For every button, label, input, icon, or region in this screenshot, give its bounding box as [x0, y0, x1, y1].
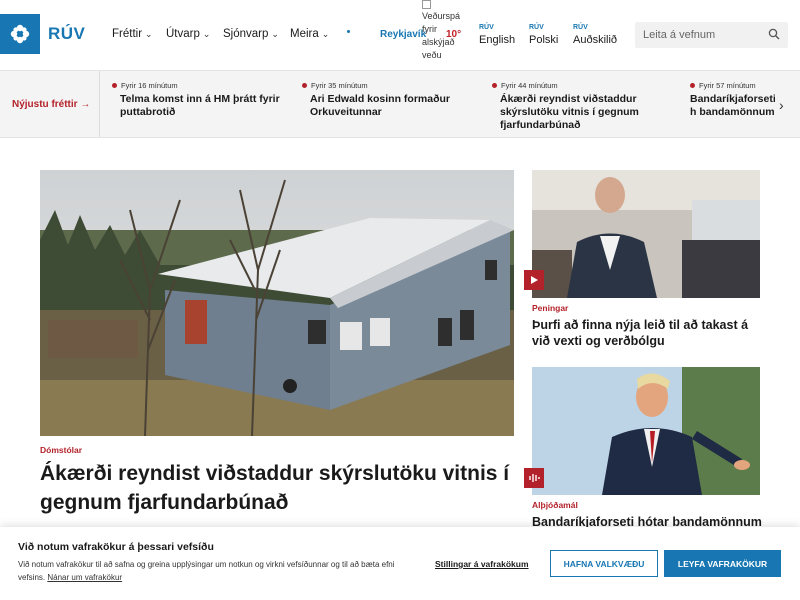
lang-name: English [479, 34, 516, 46]
chevron-down-icon: ⌄ [321, 28, 330, 39]
ticker-time-label: Fyrir 35 mínútum [311, 81, 368, 90]
ticker-title: Ákærði reyndist viðstaddur skýrslutöku v… [500, 93, 639, 131]
breaking-news-bar: Nýjustu fréttir → Fyrir 16 mínútum Telma… [0, 70, 800, 138]
ruv-logo-icon[interactable] [0, 14, 40, 54]
nav-label: Útvarp [166, 28, 200, 40]
site-logo-text[interactable]: RÚV [48, 24, 85, 44]
chevron-down-icon: ⌄ [271, 28, 279, 39]
lang-tag: RÚV [529, 24, 544, 31]
weather-city[interactable]: Reykjavík [380, 29, 426, 40]
ticker-time: Fyrir 16 mínútum [112, 81, 300, 90]
red-dot-icon [690, 83, 695, 88]
side-story-title[interactable]: Þurfi að finna nýja leið til að takast á… [532, 317, 764, 349]
lang-name: Polski [529, 34, 559, 46]
nav-sjonvarp[interactable]: Sjónvarp ⌄ [223, 28, 279, 40]
nav-label: Fréttir [112, 28, 143, 40]
side-story-category[interactable]: Peningar [532, 303, 568, 313]
side-story-category[interactable]: Alþjóðamál [532, 500, 578, 510]
ticker-item[interactable]: Fyrir 57 mínútum Bandaríkjaforseti h ban… [690, 81, 775, 119]
main-story-category[interactable]: Dómstólar [40, 445, 82, 455]
lang-english[interactable]: RÚV English [479, 24, 515, 46]
site-header: RÚV Fréttir ⌄ Útvarp ⌄ Sjónvarp ⌄ Meira … [0, 0, 800, 70]
red-dot-icon [302, 83, 307, 88]
search-placeholder: Leita á vefnum [643, 29, 716, 41]
ticker-title: Ari Edwald kosinn formaður Orkuveitunnar [310, 93, 451, 118]
ticker-time-label: Fyrir 57 mínútum [699, 81, 756, 90]
search-icon[interactable] [768, 28, 780, 40]
cookie-title: Við notum vafrakökur á þessari vefsíðu [18, 541, 214, 553]
audio-icon[interactable] [524, 468, 544, 488]
lang-polski[interactable]: RÚV Polski [529, 24, 558, 46]
cookie-more-link[interactable]: Nánar um vafrakökur [47, 573, 122, 582]
cookie-banner: Við notum vafrakökur á þessari vefsíðu V… [0, 527, 800, 600]
cookie-description: Við notum vafrakökur til að safna og gre… [18, 558, 398, 584]
red-dot-icon [492, 83, 497, 88]
nav-label: Sjónvarp [223, 28, 269, 40]
lang-name: Auðskilið [573, 34, 618, 46]
side-story-image[interactable] [532, 367, 760, 495]
latest-news-link[interactable]: Nýjustu fréttir → [12, 99, 90, 110]
ticker-item[interactable]: Fyrir 35 mínútum Ari Edwald kosinn forma… [302, 81, 490, 119]
accept-cookies-button[interactable]: LEYFA VAFRAKÖKUR [664, 550, 781, 577]
ticker-time-label: Fyrir 44 mínútum [501, 81, 558, 90]
broken-image-icon [422, 0, 431, 9]
ticker-title: Telma komst inn á HM þrátt fyrir puttabr… [120, 93, 280, 118]
main-story-title[interactable]: Ákærði reyndist viðstaddur skýrslutöku v… [40, 459, 510, 517]
chevron-right-icon[interactable]: › [779, 97, 784, 113]
ticker-title: Bandaríkjaforseti h bandamönnum [690, 93, 775, 118]
ticker-time: Fyrir 44 mínútum [492, 81, 680, 90]
chevron-down-icon: ⌄ [202, 28, 211, 39]
reject-optional-button[interactable]: HAFNA VALKVÆÐU [550, 550, 658, 577]
nav-label: Meira [290, 28, 319, 40]
nav-meira[interactable]: Meira ⌄ [290, 28, 329, 40]
nav-frettir[interactable]: Fréttir ⌄ [112, 28, 153, 40]
chevron-down-icon: ⌄ [145, 28, 153, 39]
weather-icon: Veðurspá fyrir alskýjað veðu [422, 0, 460, 62]
red-dot-icon [112, 83, 117, 88]
nav-utvarp[interactable]: Útvarp ⌄ [166, 28, 210, 40]
weather-temperature: 10° [446, 29, 462, 40]
lang-tag: RÚV [573, 24, 588, 31]
search-input[interactable]: Leita á vefnum [635, 22, 788, 48]
separator-dot [347, 30, 350, 33]
side-story-image[interactable] [532, 170, 760, 298]
ticker-time: Fyrir 35 mínútum [302, 81, 490, 90]
lang-audskilid[interactable]: RÚV Auðskilið [573, 24, 617, 46]
divider [99, 71, 100, 137]
main-story-image[interactable] [40, 170, 514, 436]
ticker-item[interactable]: Fyrir 16 mínútum Telma komst inn á HM þr… [112, 81, 300, 119]
ticker-time-label: Fyrir 16 mínútum [121, 81, 178, 90]
play-icon[interactable] [524, 270, 544, 290]
ticker-item[interactable]: Fyrir 44 mínútum Ákærði reyndist viðstad… [492, 81, 680, 132]
cookie-settings-link[interactable]: Stillingar á vafrakökum [435, 559, 529, 569]
ticker-time: Fyrir 57 mínútum [690, 81, 775, 90]
lang-tag: RÚV [479, 24, 494, 31]
